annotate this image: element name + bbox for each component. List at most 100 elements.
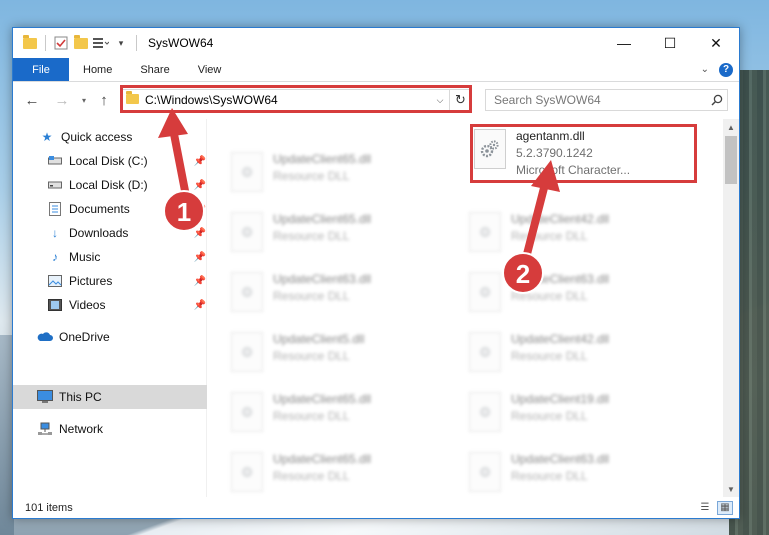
sidebar-item-this-pc[interactable]: This PC	[13, 385, 207, 409]
list-item[interactable]: ⚙ UpdateClient63.dll Resource DLL	[447, 267, 683, 323]
pin-icon[interactable]: 📌	[193, 252, 207, 263]
folder-icon	[126, 91, 139, 107]
file-name: UpdateClient63.dll	[511, 452, 610, 466]
refresh-icon[interactable]: ↻	[449, 90, 471, 110]
file-agentanm-dll[interactable]: agentanm.dll 5.2.3790.1242 Microsoft Cha…	[461, 124, 697, 180]
video-icon	[47, 297, 63, 313]
maximize-button[interactable]: ☐	[647, 28, 693, 58]
picture-icon	[47, 273, 63, 289]
file-name: UpdateClient65.dll	[273, 152, 372, 166]
address-bar[interactable]: C:\Windows\SysWOW64 ⌵ ↻	[120, 89, 472, 111]
list-item[interactable]: ⚙ UpdateClient65.dll Resource DLL	[209, 207, 445, 263]
sidebar-item-music[interactable]: ♪ Music 📌	[13, 245, 207, 269]
sidebar-item-network[interactable]: Network	[13, 417, 207, 441]
list-item[interactable]: ⚙ UpdateClient63.dll Resource DLL	[209, 267, 445, 323]
scroll-down-icon[interactable]: ▼	[723, 481, 739, 497]
pin-icon[interactable]: 📌	[193, 180, 207, 191]
close-button[interactable]: ✕	[693, 28, 739, 58]
chevron-down-icon[interactable]: ⌄	[701, 64, 709, 75]
sidebar-item-label: Network	[59, 422, 104, 436]
dll-file-icon: ⚙	[231, 452, 263, 492]
tab-share[interactable]: Share	[126, 58, 183, 81]
folder-icon	[22, 34, 38, 51]
drive-icon	[47, 153, 63, 169]
address-path[interactable]: C:\Windows\SysWOW64	[145, 93, 431, 107]
customize-toolbar-icon[interactable]	[93, 35, 109, 51]
sidebar-item-onedrive[interactable]: OneDrive	[13, 325, 207, 349]
file-name: agentanm.dll	[516, 129, 585, 143]
properties-icon[interactable]	[53, 35, 69, 51]
scrollbar-thumb[interactable]	[725, 136, 737, 184]
minimize-button[interactable]: —	[601, 28, 647, 58]
list-item[interactable]: ⚙ UpdateClient63.dll Resource DLL	[447, 447, 683, 497]
download-icon: ↓	[52, 226, 58, 240]
file-type: Resource DLL	[511, 409, 588, 423]
sidebar-item-videos[interactable]: Videos 📌	[13, 293, 207, 317]
search-input[interactable]	[486, 93, 707, 107]
sidebar-item-quick-access[interactable]: ★ Quick access	[13, 125, 207, 149]
details-view-icon[interactable]: ☰	[697, 501, 713, 515]
new-folder-icon[interactable]	[73, 34, 89, 51]
sidebar-item-label: Local Disk (D:)	[69, 178, 148, 192]
drive-icon	[47, 177, 63, 193]
navigation-bar: ← → ▾ ↑ C:\Windows\SysWOW64 ⌵ ↻	[13, 83, 739, 117]
file-name: UpdateClient65.dll	[273, 212, 372, 226]
list-item[interactable]: ⚙ UpdateClient42.dll Resource DLL	[447, 207, 683, 263]
file-type: Resource DLL	[273, 169, 350, 183]
dll-file-icon: ⚙	[231, 332, 263, 372]
pin-icon[interactable]: 📌	[193, 228, 207, 239]
back-arrow-icon[interactable]: ←	[21, 89, 43, 111]
ribbon-right-controls: ⌄ ?	[701, 58, 739, 81]
file-type: Resource DLL	[511, 289, 588, 303]
list-item[interactable]: ⚙ UpdateClient5.dll Resource DLL	[209, 327, 445, 383]
pin-icon[interactable]: 📌	[193, 300, 207, 311]
sidebar-item-local-disk-c[interactable]: Local Disk (C:) 📌	[13, 149, 207, 173]
star-icon: ★	[41, 130, 53, 144]
chevron-down-icon[interactable]: ▾	[113, 35, 129, 51]
dll-file-icon: ⚙	[469, 392, 501, 432]
up-arrow-icon[interactable]: ↑	[93, 89, 115, 111]
pin-icon[interactable]: 📌	[193, 156, 207, 167]
file-type: Resource DLL	[511, 229, 588, 243]
sidebar-item-label: Documents	[69, 202, 130, 216]
list-item[interactable]: ⚙ UpdateClient19.dll Resource DLL	[447, 387, 683, 443]
forward-arrow-icon[interactable]: →	[51, 89, 73, 111]
file-version: 5.2.3790.1242	[516, 146, 593, 160]
computer-icon	[37, 389, 53, 405]
tab-home[interactable]: Home	[69, 58, 126, 81]
tab-file[interactable]: File	[13, 58, 69, 81]
sidebar-item-label: Music	[69, 250, 101, 264]
chevron-down-icon[interactable]: ⌵	[431, 95, 449, 106]
sidebar-item-downloads[interactable]: ↓ Downloads 📌	[13, 221, 207, 245]
file-type: Resource DLL	[273, 469, 350, 483]
network-icon	[37, 421, 53, 437]
sidebar-item-local-disk-d[interactable]: Local Disk (D:) 📌	[13, 173, 207, 197]
file-name: UpdateClient42.dll	[511, 212, 610, 226]
sidebar-item-documents[interactable]: Documents 📌	[13, 197, 207, 221]
document-icon	[47, 201, 63, 217]
cloud-icon	[37, 329, 53, 345]
help-icon[interactable]: ?	[719, 62, 733, 77]
list-item[interactable]: ⚙ UpdateClient42.dll Resource DLL	[447, 327, 683, 383]
pin-icon[interactable]: 📌	[193, 276, 207, 287]
list-item[interactable]: ⚙ UpdateClient65.dll Resource DLL	[209, 447, 445, 497]
recent-locations-icon[interactable]: ▾	[77, 89, 91, 111]
list-item[interactable]: ⚙ UpdateClient65.dll Resource DLL	[209, 387, 445, 443]
ribbon-tabs: File Home Share View ⌄ ?	[13, 58, 739, 82]
list-item[interactable]: ⚙ UpdateClient65.dll Resource DLL	[209, 147, 445, 203]
file-name: UpdateClient5.dll	[273, 332, 365, 346]
dll-file-icon: ⚙	[231, 212, 263, 252]
sidebar-item-pictures[interactable]: Pictures 📌	[13, 269, 207, 293]
search-box[interactable]	[485, 89, 728, 111]
tiles-view-icon[interactable]: ▦	[717, 500, 733, 515]
file-type: Resource DLL	[273, 409, 350, 423]
tab-view[interactable]: View	[184, 58, 236, 81]
dll-file-icon: ⚙	[231, 272, 263, 312]
scroll-up-icon[interactable]: ▲	[723, 119, 739, 135]
pin-icon[interactable]: 📌	[193, 204, 207, 215]
search-icon[interactable]	[707, 90, 727, 110]
dll-file-icon: ⚙	[469, 212, 501, 252]
sidebar-item-label: Local Disk (C:)	[69, 154, 148, 168]
file-name: UpdateClient42.dll	[511, 332, 610, 346]
vertical-scrollbar[interactable]: ▲ ▼	[723, 119, 739, 497]
